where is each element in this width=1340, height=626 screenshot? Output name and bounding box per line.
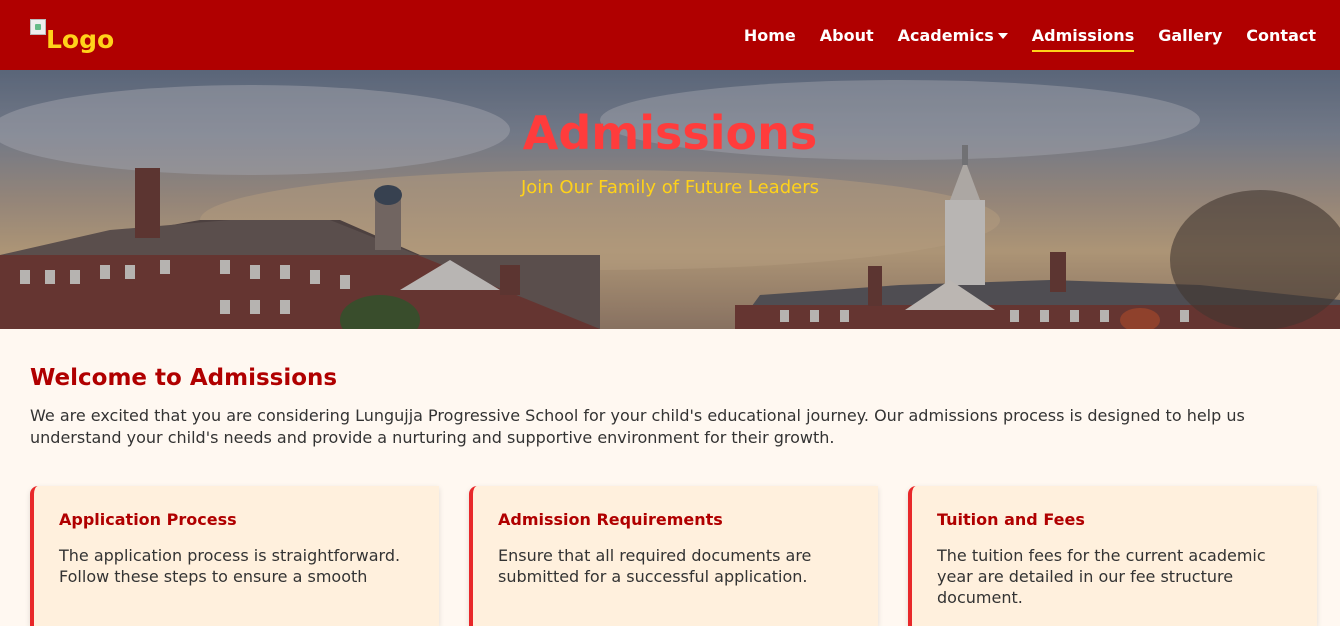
card-admission-requirements: Admission Requirements Ensure that all r… xyxy=(469,486,878,626)
navbar: Logo Home About Academics Admissions Gal… xyxy=(0,0,1340,70)
card-tuition-fees: Tuition and Fees The tuition fees for th… xyxy=(908,486,1317,626)
nav-academics[interactable]: Academics xyxy=(898,20,1008,51)
nav-admissions[interactable]: Admissions xyxy=(1031,20,1135,52)
card-title: Application Process xyxy=(59,510,237,529)
nav-contact[interactable]: Contact xyxy=(1246,20,1316,51)
hero-banner: Admissions Join Our Family of Future Lea… xyxy=(0,70,1340,329)
nav-about[interactable]: About xyxy=(820,20,874,51)
logo-alt-text: Logo xyxy=(46,24,115,54)
logo-link[interactable]: Logo xyxy=(30,18,115,54)
card-application-process: Application Process The application proc… xyxy=(30,486,439,626)
card-text: The tuition fees for the current academi… xyxy=(937,546,1266,607)
nav-home[interactable]: Home xyxy=(744,20,796,51)
nav-academics-label: Academics xyxy=(897,25,994,45)
nav-menu: Home About Academics Admissions Gallery … xyxy=(720,20,1316,52)
card-text: The application process is straightforwa… xyxy=(59,546,401,586)
nav-gallery[interactable]: Gallery xyxy=(1158,20,1222,51)
broken-image-icon xyxy=(30,18,46,35)
card-title: Tuition and Fees xyxy=(937,510,1085,529)
hero-subtitle: Join Our Family of Future Leaders xyxy=(520,177,819,198)
hero-title: Admissions xyxy=(522,106,818,160)
caret-down-icon xyxy=(997,33,1008,39)
card-text: Ensure that all required documents are s… xyxy=(498,546,812,586)
main-content: Welcome to Admissions We are excited tha… xyxy=(30,329,1320,449)
info-cards: Application Process The application proc… xyxy=(30,486,1320,626)
card-title: Admission Requirements xyxy=(498,510,723,529)
welcome-text: We are excited that you are considering … xyxy=(30,406,1245,447)
welcome-heading: Welcome to Admissions xyxy=(30,365,338,391)
